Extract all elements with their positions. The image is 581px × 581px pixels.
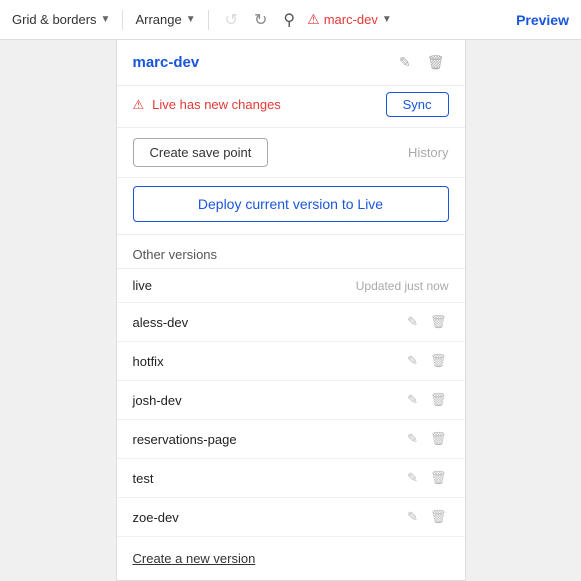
divider-1	[122, 10, 123, 30]
version-name: test	[133, 471, 406, 486]
arrange-group[interactable]: Arrange ▼	[135, 12, 195, 27]
sync-warning-text: Live has new changes	[152, 97, 377, 112]
version-icons: ✎ 🗑	[405, 468, 448, 488]
version-icons: ✎ 🗑	[405, 312, 448, 332]
history-link[interactable]: History	[408, 145, 448, 160]
search-icon[interactable]: ⚲	[279, 6, 299, 34]
version-name: live	[133, 278, 348, 293]
action-row: Create save point History	[117, 128, 465, 178]
versions-panel: marc-dev ✎ 🗑 ⚠ Live has new changes Sync…	[116, 40, 466, 581]
version-name: aless-dev	[133, 315, 406, 330]
redo-icon: ↻	[254, 10, 267, 30]
list-item: test ✎ 🗑	[117, 459, 465, 498]
create-save-point-button[interactable]: Create save point	[133, 138, 269, 167]
version-icons: ✎ 🗑	[405, 390, 448, 410]
warning-chevron-icon: ▼	[382, 14, 392, 25]
edit-version-icon[interactable]: ✎	[405, 312, 420, 332]
toolbar: Grid & borders ▼ Arrange ▼ ↺ ↻ ⚲ ⚠ marc-…	[0, 0, 581, 40]
list-item: hotfix ✎ 🗑	[117, 342, 465, 381]
list-item: zoe-dev ✎ 🗑	[117, 498, 465, 537]
panel-header-icons: ✎ 🗑	[395, 52, 449, 73]
version-name: zoe-dev	[133, 510, 406, 525]
arrange-chevron-icon: ▼	[186, 14, 196, 25]
delete-version-icon[interactable]: 🗑	[428, 390, 449, 410]
version-name: hotfix	[133, 354, 406, 369]
delete-version-icon[interactable]: 🗑	[428, 351, 449, 371]
warning-triangle-icon: ⚠	[307, 11, 320, 28]
version-badge: Updated just now	[356, 279, 449, 293]
edit-version-icon[interactable]: ✎	[405, 507, 420, 527]
undo-icon: ↺	[225, 10, 238, 30]
grid-borders-group[interactable]: Grid & borders ▼	[12, 12, 110, 27]
delete-version-icon[interactable]: 🗑	[428, 312, 449, 332]
list-item: live Updated just now	[117, 269, 465, 303]
edit-version-icon[interactable]: ✎	[405, 390, 420, 410]
deploy-row: Deploy current version to Live	[117, 178, 465, 235]
edit-version-icon[interactable]: ✎	[405, 351, 420, 371]
edit-version-icon[interactable]: ✎	[405, 429, 420, 449]
undo-button[interactable]: ↺	[221, 6, 242, 34]
arrange-label: Arrange	[135, 12, 181, 27]
edit-title-button[interactable]: ✎	[395, 52, 415, 73]
version-icons: ✎ 🗑	[405, 429, 448, 449]
list-item: reservations-page ✎ 🗑	[117, 420, 465, 459]
panel-header: marc-dev ✎ 🗑	[117, 40, 465, 86]
version-list: live Updated just now aless-dev ✎ 🗑 hotf…	[117, 268, 465, 537]
sync-row: ⚠ Live has new changes Sync	[117, 86, 465, 128]
delete-version-icon[interactable]: 🗑	[428, 429, 449, 449]
grid-borders-chevron-icon: ▼	[101, 14, 111, 25]
redo-button[interactable]: ↻	[250, 6, 271, 34]
version-icons: ✎ 🗑	[405, 507, 448, 527]
delete-version-icon[interactable]: 🗑	[428, 507, 449, 527]
version-name: josh-dev	[133, 393, 406, 408]
list-item: aless-dev ✎ 🗑	[117, 303, 465, 342]
deploy-button[interactable]: Deploy current version to Live	[133, 186, 449, 222]
sync-warning-icon: ⚠	[133, 97, 145, 113]
divider-2	[208, 10, 209, 30]
sync-button[interactable]: Sync	[386, 92, 449, 117]
preview-button[interactable]: Preview	[516, 12, 569, 28]
edit-version-icon[interactable]: ✎	[405, 468, 420, 488]
warning-label: marc-dev	[324, 12, 378, 27]
panel-title: marc-dev	[133, 54, 395, 71]
delete-title-button[interactable]: 🗑	[423, 52, 449, 73]
warning-button[interactable]: ⚠ marc-dev ▼	[307, 11, 392, 28]
delete-version-icon[interactable]: 🗑	[428, 468, 449, 488]
other-versions-header: Other versions	[117, 235, 465, 268]
list-item: josh-dev ✎ 🗑	[117, 381, 465, 420]
version-icons: ✎ 🗑	[405, 351, 448, 371]
grid-borders-label: Grid & borders	[12, 12, 97, 27]
version-name: reservations-page	[133, 432, 406, 447]
